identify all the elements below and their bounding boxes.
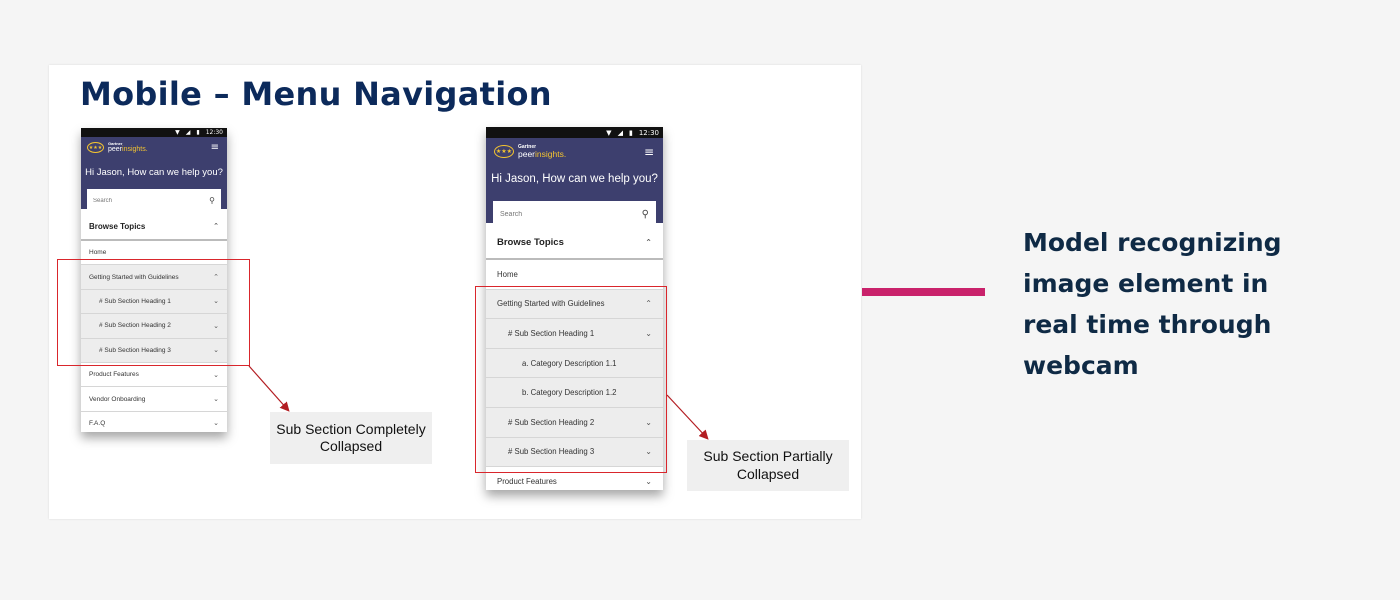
logo-insights-text: insights. — [535, 149, 567, 159]
search-icon[interactable]: ⚲ — [642, 209, 649, 220]
menu-item-sub-section-3[interactable]: # Sub Section Heading 3 ⌄ — [81, 338, 227, 363]
greeting-text: Hi Jason, How can we help you? — [491, 173, 658, 185]
menu-item-vendor-onboarding[interactable]: Vendor Onboarding ⌄ — [81, 387, 227, 412]
search-input[interactable] — [500, 211, 610, 218]
menu-item-product-features[interactable]: Product Features ⌄ — [486, 467, 663, 490]
browse-topics-header[interactable]: Browse Topics ⌃ — [81, 213, 227, 241]
callout-partially-collapsed: Sub Section Partially Collapsed — [687, 440, 849, 491]
logo-peer-text: peer — [518, 149, 536, 159]
peer-insights-logo[interactable]: ★★★ Gartner peerinsights. — [87, 142, 148, 153]
chevron-up-icon: ⌃ — [645, 238, 652, 247]
app-header: ★★★ Gartner peerinsights. ≡ Hi Jason, Ho… — [486, 138, 663, 228]
battery-icon: ▮ — [196, 129, 200, 136]
wifi-icon: ▼ — [606, 128, 612, 137]
chevron-down-icon: ⌄ — [213, 297, 219, 306]
chevron-up-icon: ⌃ — [213, 273, 219, 282]
menu-item-sub-section-3[interactable]: # Sub Section Heading 3 ⌄ — [486, 437, 663, 468]
chevron-down-icon: ⌄ — [213, 419, 219, 428]
logo-peer-text: peer — [108, 146, 123, 153]
peer-insights-logo[interactable]: ★★★ Gartner peerinsights. — [494, 145, 566, 159]
chevron-down-icon: ⌄ — [213, 321, 219, 330]
greeting-text: Hi Jason, How can we help you? — [85, 167, 223, 178]
menu-item-category-1-1[interactable]: a. Category Description 1.1 — [486, 348, 663, 379]
menu-item-getting-started[interactable]: Getting Started with Guidelines ⌃ — [81, 265, 227, 290]
phone-mockup-collapsed: ▼ ◢ ▮ 12:30 ★★★ Gartner peerinsights. ≡ … — [81, 128, 227, 432]
phone-mockup-partial: ▼ ◢ ▮ 12:30 ★★★ Gartner peerinsights. ≡ … — [486, 127, 663, 490]
search-box[interactable]: ⚲ — [493, 201, 656, 228]
status-bar: ▼ ◢ ▮ 12:30 — [486, 127, 663, 138]
menu-item-home[interactable]: Home — [81, 241, 227, 266]
hamburger-menu-icon[interactable]: ≡ — [644, 145, 654, 159]
chevron-down-icon: ⌄ — [213, 370, 219, 379]
stars-icon: ★★★ — [87, 142, 104, 153]
search-icon[interactable]: ⚲ — [209, 196, 215, 205]
menu-item-sub-section-2[interactable]: # Sub Section Heading 2 ⌄ — [81, 314, 227, 339]
menu-list: Browse Topics ⌃ Home Getting Started wit… — [486, 227, 663, 490]
connector-bar — [862, 288, 985, 296]
signal-icon: ◢ — [185, 129, 191, 136]
chevron-down-icon: ⌄ — [645, 447, 652, 457]
chevron-down-icon: ⌄ — [645, 417, 652, 427]
status-bar: ▼ ◢ ▮ 12:30 — [81, 128, 227, 137]
chevron-up-icon: ⌃ — [645, 299, 652, 309]
chevron-down-icon: ⌄ — [645, 328, 652, 338]
app-header: ★★★ Gartner peerinsights. ≡ Hi Jason, Ho… — [81, 137, 227, 212]
search-box[interactable]: ⚲ — [87, 189, 221, 212]
wifi-icon: ▼ — [175, 129, 180, 136]
callout-completely-collapsed: Sub Section Completely Collapsed — [270, 412, 432, 464]
menu-item-faq[interactable]: F.A.Q ⌄ — [81, 412, 227, 432]
signal-icon: ◢ — [617, 128, 623, 137]
chevron-down-icon: ⌄ — [645, 476, 652, 486]
chevron-down-icon: ⌄ — [213, 346, 219, 355]
logo-insights-text: insights. — [122, 146, 148, 153]
menu-item-sub-section-2[interactable]: # Sub Section Heading 2 ⌄ — [486, 407, 663, 438]
menu-item-category-1-2[interactable]: b. Category Description 1.2 — [486, 378, 663, 408]
search-input[interactable] — [93, 197, 183, 204]
status-time: 12:30 — [638, 128, 659, 137]
status-time: 12:30 — [205, 129, 223, 136]
hamburger-menu-icon[interactable]: ≡ — [211, 142, 219, 153]
menu-item-sub-section-1[interactable]: # Sub Section Heading 1 ⌄ — [486, 319, 663, 349]
menu-item-home[interactable]: Home — [486, 260, 663, 290]
stars-icon: ★★★ — [494, 145, 514, 159]
menu-item-sub-section-1[interactable]: # Sub Section Heading 1 ⌄ — [81, 289, 227, 315]
browse-topics-header[interactable]: Browse Topics ⌃ — [486, 227, 663, 260]
menu-item-product-features[interactable]: Product Features ⌄ — [81, 363, 227, 388]
side-caption: Model recognizing image element in real … — [1023, 228, 1282, 380]
slide-title: Mobile – Menu Navigation — [80, 75, 552, 113]
chevron-up-icon: ⌃ — [213, 222, 219, 230]
battery-icon: ▮ — [628, 128, 633, 137]
menu-item-getting-started[interactable]: Getting Started with Guidelines ⌃ — [486, 289, 663, 320]
menu-list: Browse Topics ⌃ Home Getting Started wit… — [81, 213, 227, 432]
chevron-down-icon: ⌄ — [213, 395, 219, 404]
